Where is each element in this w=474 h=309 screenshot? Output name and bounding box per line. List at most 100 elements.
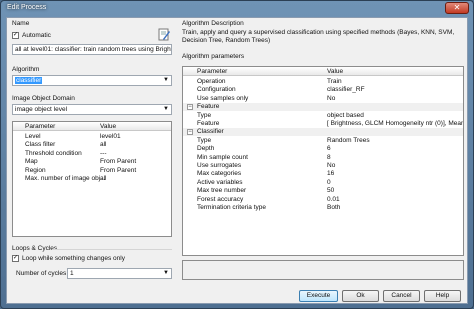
cycles-combobox[interactable]: 1 ▼ [67, 268, 172, 279]
title-bar[interactable]: Edit Process ✕ [1, 1, 473, 17]
param-value: 0 [327, 178, 331, 186]
param-name: Operation [197, 78, 226, 85]
chevron-down-icon[interactable]: ▼ [162, 106, 170, 112]
loops-label: Loops & Cycles [12, 245, 58, 252]
header-parameter: Parameter [25, 123, 56, 130]
algorithm-param-row[interactable]: Operation Train [183, 78, 463, 85]
param-value: 0.01 [327, 195, 340, 203]
domain-param-row[interactable]: Map From Parent [13, 158, 171, 165]
param-value: Train [327, 78, 342, 85]
collapse-icon[interactable]: − [187, 129, 193, 136]
param-value: 8 [327, 153, 331, 161]
close-button[interactable]: ✕ [445, 2, 469, 14]
classifier-category[interactable]: − Classifier [183, 128, 463, 137]
param-name: Use samples only [197, 94, 249, 102]
domain-param-row[interactable]: Threshold condition --- [13, 150, 171, 157]
name-field[interactable]: all at level01: classifier: train random… [12, 44, 172, 55]
param-name: Map [25, 158, 38, 166]
params-label: Algorithm parameters [182, 53, 245, 60]
edit-name-icon[interactable] [158, 28, 170, 41]
grid-header: Parameter Value [183, 67, 463, 76]
loop-change-label: Loop while something changes only [22, 255, 125, 262]
feature-category[interactable]: − Feature [183, 103, 463, 112]
chevron-down-icon[interactable]: ▼ [162, 77, 170, 83]
execute-button[interactable]: Execute [299, 290, 338, 302]
algorithm-label: Algorithm [12, 66, 40, 73]
domain-selected-value: image object level [15, 106, 68, 113]
algorithm-param-row[interactable]: Feature [ Brightness, GLCM Homogeneity nt… [183, 120, 463, 127]
algorithm-param-row[interactable]: Depth 6 [183, 145, 463, 152]
param-value: object based [327, 111, 364, 119]
algorithm-param-row[interactable]: Configuration classifier_RF [183, 86, 463, 93]
param-name: Depth [197, 145, 215, 153]
param-value: [ Brightness, GLCM Homogeneity ntr (0)],… [327, 120, 464, 127]
param-name: Max. number of image obj... [25, 175, 106, 182]
help-button[interactable]: Help [424, 290, 461, 302]
algorithm-param-row[interactable]: Termination criteria type Both [183, 204, 463, 211]
param-name: Threshold condition [25, 149, 82, 157]
param-value: 50 [327, 187, 335, 195]
param-name: Region [25, 166, 46, 174]
cycles-label: Number of cycles [16, 270, 67, 277]
domain-param-row[interactable]: Class filter all [13, 141, 171, 148]
loops-separator [52, 249, 172, 250]
category-label: Feature [197, 103, 220, 111]
algorithm-param-row[interactable]: Type Random Trees [183, 137, 463, 144]
header-value: Value [100, 123, 117, 130]
automatic-checkbox[interactable]: ✓ [12, 32, 19, 39]
param-value: all [100, 175, 107, 182]
algorithm-select[interactable]: classifier ▼ [12, 75, 172, 86]
domain-param-row[interactable]: Region From Parent [13, 167, 171, 174]
domain-param-row[interactable]: Level level01 [13, 133, 171, 140]
param-value: From Parent [100, 158, 137, 166]
param-value: --- [100, 149, 107, 157]
param-name: Level [25, 133, 41, 140]
header-value: Value [327, 68, 344, 75]
algorithm-param-row[interactable]: Type object based [183, 112, 463, 119]
edit-process-window: Edit Process ✕ Name ✓ Automatic all at l… [0, 0, 474, 309]
algorithm-param-row[interactable]: Max categories 16 [183, 170, 463, 177]
param-name: Min sample count [197, 153, 248, 161]
param-value: No [327, 162, 336, 169]
param-value: all [100, 141, 107, 149]
category-label: Classifier [197, 128, 224, 136]
algorithm-param-row[interactable]: Use surrogates No [183, 162, 463, 169]
param-value: Random Trees [327, 136, 370, 144]
algorithm-param-row[interactable]: Forest accuracy 0.01 [183, 196, 463, 203]
param-value: No [327, 94, 336, 102]
param-name: Class filter [25, 141, 56, 149]
param-name: Max tree number [197, 187, 247, 195]
name-label: Name [12, 20, 30, 27]
param-value: 6 [327, 145, 331, 153]
algorithm-param-row[interactable]: Max tree number 50 [183, 187, 463, 194]
param-value: classifier_RF [327, 86, 365, 94]
domain-select[interactable]: image object level ▼ [12, 104, 172, 115]
grid-header: Parameter Value [13, 122, 171, 131]
loop-change-checkbox[interactable]: ✓ [12, 255, 19, 262]
chevron-down-icon[interactable]: ▼ [162, 270, 170, 276]
algorithm-selected-value: classifier [15, 77, 43, 84]
param-value: level01 [100, 133, 121, 140]
param-name: Feature [197, 120, 220, 127]
param-name: Use surrogates [197, 162, 242, 169]
description-text: Train, apply and query a supervised clas… [182, 29, 455, 44]
param-name: Type [197, 111, 212, 119]
dialog-client-area: Name ✓ Automatic all at level01: classif… [6, 17, 468, 304]
algorithm-params-grid: Parameter Value Operation Train Configurat… [182, 66, 464, 256]
algorithm-param-row[interactable]: Active variables 0 [183, 179, 463, 186]
param-name: Active variables [197, 178, 243, 186]
algorithm-param-row[interactable]: Min sample count 8 [183, 154, 463, 161]
domain-param-row[interactable]: Max. number of image obj... all [13, 175, 171, 182]
algorithm-param-row[interactable]: Use samples only No [183, 95, 463, 102]
param-name: Type [197, 136, 212, 144]
ok-button[interactable]: Ok [342, 290, 379, 302]
domain-params-grid: Parameter Value Level level01 Class filter… [12, 121, 172, 237]
param-name: Termination criteria type [197, 204, 266, 211]
cancel-button[interactable]: Cancel [383, 290, 420, 302]
description-label: Algorithm Description [182, 20, 244, 27]
window-title: Edit Process [7, 4, 47, 11]
param-name: Max categories [197, 170, 242, 178]
param-name: Configuration [197, 86, 236, 94]
collapse-icon[interactable]: − [187, 104, 193, 111]
cycles-value: 1 [70, 270, 74, 277]
